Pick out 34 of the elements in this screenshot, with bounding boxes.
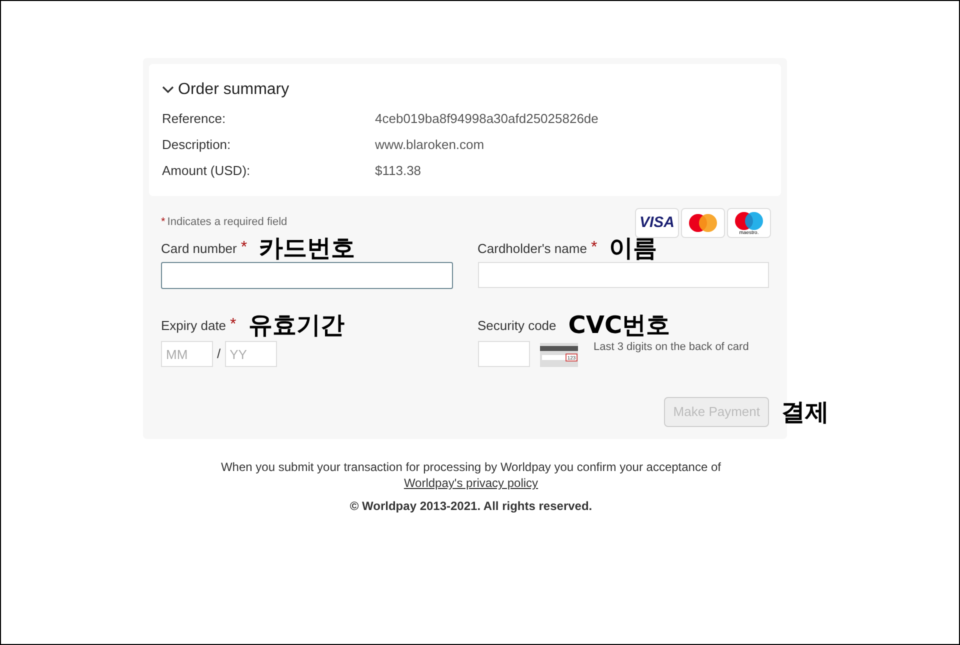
chevron-icon	[162, 84, 174, 96]
summary-value: $113.38	[375, 162, 422, 180]
order-summary-toggle[interactable]: Order summary	[162, 78, 290, 102]
security-code-hint: Last 3 digits on the back of card	[594, 340, 749, 355]
field-label: Security code	[478, 316, 556, 335]
summary-label: Amount (USD):	[162, 162, 252, 180]
copyright-text: © Worldpay 2013-2021. All rights reserved.	[348, 498, 594, 514]
card-number-field[interactable]	[161, 262, 452, 289]
field-label: Card number	[161, 240, 237, 258]
required-mark: *	[230, 315, 236, 335]
annotation-label: 유효기간	[248, 313, 344, 337]
privacy-policy-link[interactable]: Worldpay's privacy policy	[404, 476, 538, 490]
privacy-notice: When you submit your transaction for processing by Worldpay you confirm your acceptance of Worldpay's privacy policy	[220, 459, 722, 491]
cardholder-name-field[interactable]	[478, 262, 769, 288]
summary-label: Description:	[162, 136, 232, 154]
date-separator: /	[217, 345, 221, 364]
required-note: Indicates a required field	[167, 215, 288, 230]
summary-value: 4ceb019ba8f94998a30afd25025826de	[375, 110, 598, 128]
required-mark: *	[161, 215, 166, 230]
annotation-label: 이름	[609, 236, 658, 260]
required-mark: *	[240, 238, 248, 258]
card-logo-icon: VISA	[635, 208, 679, 238]
field-label: Cardholder's name	[478, 240, 587, 258]
summary-value: www.blaroken.com	[375, 136, 484, 154]
card-logo-icon	[681, 208, 725, 238]
year-field[interactable]: YY	[224, 341, 277, 367]
summary-label: Reference:	[162, 110, 227, 128]
required-mark: *	[590, 238, 598, 258]
annotation-label: CVC번호	[568, 313, 670, 337]
annotation-label: 결제	[781, 400, 829, 424]
annotation-label: 카드번호	[259, 236, 356, 260]
month-field[interactable]: MM	[161, 341, 213, 367]
field-label: Expiry date	[161, 316, 226, 335]
security-code-field[interactable]	[478, 341, 530, 367]
